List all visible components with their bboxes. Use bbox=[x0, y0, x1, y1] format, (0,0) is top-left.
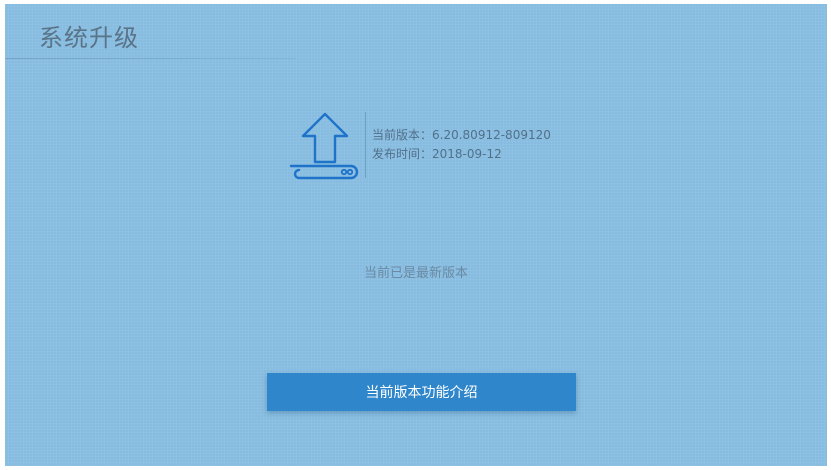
current-version-label: 当前版本： bbox=[372, 128, 433, 142]
system-upgrade-screen: 系统升级 当前版本：6.20.80912-809120 发布时间：2018-09… bbox=[5, 4, 827, 466]
upload-arrow-device-icon bbox=[289, 112, 359, 180]
current-version-value: 6.20.80912-809120 bbox=[432, 128, 551, 142]
version-info: 当前版本：6.20.80912-809120 发布时间：2018-09-12 bbox=[372, 126, 551, 164]
info-divider bbox=[365, 112, 366, 178]
release-time-label: 发布时间： bbox=[372, 147, 433, 161]
release-time-value: 2018-09-12 bbox=[432, 147, 502, 161]
title-underline bbox=[5, 58, 295, 59]
current-version-row: 当前版本：6.20.80912-809120 bbox=[372, 126, 551, 145]
release-time-row: 发布时间：2018-09-12 bbox=[372, 145, 551, 164]
feature-intro-button[interactable]: 当前版本功能介绍 bbox=[267, 373, 576, 411]
page-title: 系统升级 bbox=[39, 24, 139, 52]
status-message: 当前已是最新版本 bbox=[363, 266, 468, 281]
